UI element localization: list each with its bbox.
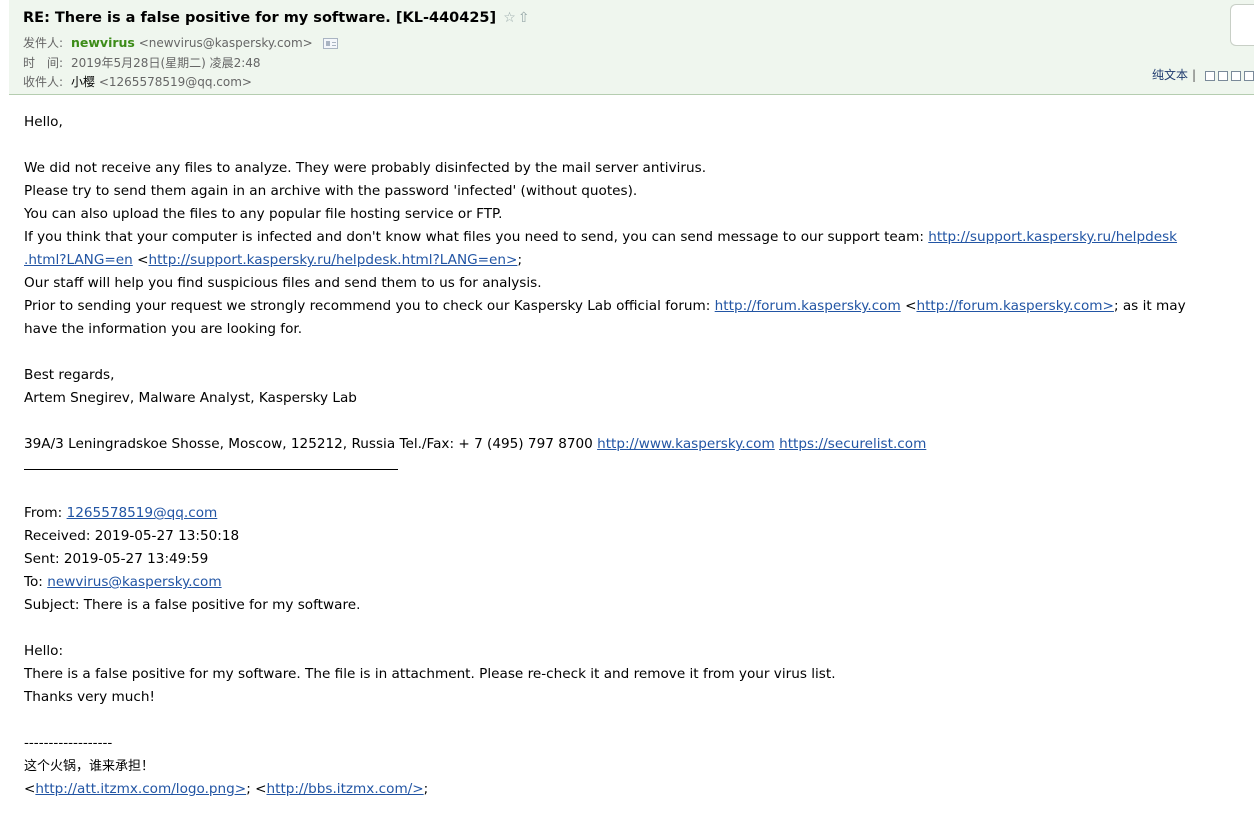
body-text: < xyxy=(900,298,917,314)
view-toolbar: 纯文本 | xyxy=(1152,66,1254,83)
body-text: Prior to sending your request we strongl… xyxy=(24,298,715,314)
print-icon[interactable] xyxy=(1218,70,1228,81)
up-arrow-icon[interactable]: ⇧ xyxy=(518,10,530,26)
new-window-icon[interactable] xyxy=(1205,70,1215,81)
bbs-link[interactable]: http://bbs.itzmx.com/> xyxy=(267,781,424,797)
body-line: Please try to send them again in an arch… xyxy=(24,183,638,199)
support-link-2[interactable]: http://support.kaspersky.ru/helpdesk.htm… xyxy=(148,252,517,268)
mail-subject: RE: There is a false positive for my sof… xyxy=(23,9,497,26)
quoted-sent: Sent: 2019-05-27 13:49:59 xyxy=(24,551,209,567)
star-icon[interactable]: ☆ xyxy=(503,10,516,26)
body-text: ; as it may xyxy=(1113,298,1186,314)
signature-links: <http://att.itzmx.com/logo.png>; <http:/… xyxy=(24,778,1252,801)
recipient-email[interactable]: <1265578519@qq.com> xyxy=(99,75,252,89)
body-line: We did not receive any files to analyze.… xyxy=(24,160,707,176)
contact-card-icon[interactable] xyxy=(322,38,338,49)
body-text: < xyxy=(132,252,149,268)
forum-link[interactable]: http://forum.kaspersky.com xyxy=(715,298,901,314)
greeting: Hello, xyxy=(24,114,63,130)
address: 39A/3 Leningradskoe Shosse, Moscow, 1252… xyxy=(24,436,598,452)
recipient-label: 收件人: xyxy=(23,75,64,89)
body-text: ; xyxy=(517,252,523,268)
mail-header: RE: There is a false positive for my sof… xyxy=(9,0,1254,95)
signature-chinese: 这个火锅，谁来承担！ xyxy=(24,759,155,774)
plain-text-button[interactable]: 纯文本 xyxy=(1152,68,1188,82)
quoted-line: Thanks very much! xyxy=(24,689,155,705)
time-row: 时 间: 2019年5月28日(星期二) 凌晨2:48 xyxy=(23,54,261,71)
sender-label: 发件人: xyxy=(23,36,64,50)
quoted-to: To: newvirus@kaspersky.com xyxy=(24,571,1252,594)
mail-body: Hello, We did not receive any files to a… xyxy=(24,111,1252,801)
subject-line: RE: There is a false positive for my sof… xyxy=(23,7,530,27)
body-line: Prior to sending your request we strongl… xyxy=(24,295,1252,318)
body-text: If you think that your computer is infec… xyxy=(24,229,929,245)
signature: Artem Snegirev, Malware Analyst, Kaspers… xyxy=(24,390,357,406)
support-link[interactable]: http://support.kaspersky.ru/helpdesk xyxy=(928,229,1177,245)
time-label: 时 间: xyxy=(23,56,64,70)
support-link-continued[interactable]: .html?LANG=en xyxy=(24,252,133,268)
forum-link-2[interactable]: http://forum.kaspersky.com> xyxy=(916,298,1113,314)
sender-name[interactable]: newvirus xyxy=(71,35,135,50)
more-icon[interactable] xyxy=(1244,70,1254,81)
body-line: have the information you are looking for… xyxy=(24,321,303,337)
sender-row: 发件人: newvirus <newvirus@kaspersky.com> xyxy=(23,34,338,51)
body-line: Our staff will help you find suspicious … xyxy=(24,275,542,291)
body-line: If you think that your computer is infec… xyxy=(24,226,1252,249)
quoted-from: From: 1265578519@qq.com xyxy=(24,502,1252,525)
body-line: You can also upload the files to any pop… xyxy=(24,206,503,222)
quoted-from-email[interactable]: 1265578519@qq.com xyxy=(67,505,218,521)
quoted-to-label: To: xyxy=(24,574,48,590)
quoted-to-email[interactable]: newvirus@kaspersky.com xyxy=(47,574,221,590)
quoted-line: There is a false positive for my softwar… xyxy=(24,666,836,682)
body-text: < xyxy=(24,781,36,797)
quoted-from-label: From: xyxy=(24,505,67,521)
recipient-name[interactable]: 小樱 xyxy=(71,75,95,89)
kaspersky-site-link[interactable]: http://www.kaspersky.com xyxy=(597,436,775,452)
body-line: .html?LANG=en <http://support.kaspersky.… xyxy=(24,249,1252,272)
time-value: 2019年5月28日(星期二) 凌晨2:48 xyxy=(71,56,261,70)
signature-dashes: ------------------ xyxy=(24,735,113,751)
avatar[interactable] xyxy=(1230,4,1254,46)
quoted-received: Received: 2019-05-27 13:50:18 xyxy=(24,528,240,544)
quoted-subject: Subject: There is a false positive for m… xyxy=(24,597,361,613)
body-text: ; xyxy=(423,781,429,797)
toolbar-separator: | xyxy=(1191,68,1196,82)
quoted-hello: Hello: xyxy=(24,643,64,659)
divider xyxy=(24,456,1252,479)
regards: Best regards, xyxy=(24,367,115,383)
divider-line xyxy=(24,468,398,470)
address-line: 39A/3 Leningradskoe Shosse, Moscow, 1252… xyxy=(24,433,1252,456)
export-icon[interactable] xyxy=(1231,70,1241,81)
body-text: ; < xyxy=(246,781,267,797)
securelist-link[interactable]: https://securelist.com xyxy=(779,436,926,452)
logo-link[interactable]: http://att.itzmx.com/logo.png> xyxy=(35,781,246,797)
sender-email[interactable]: <newvirus@kaspersky.com> xyxy=(139,36,313,50)
recipient-row: 收件人: 小樱 <1265578519@qq.com> xyxy=(23,73,252,90)
